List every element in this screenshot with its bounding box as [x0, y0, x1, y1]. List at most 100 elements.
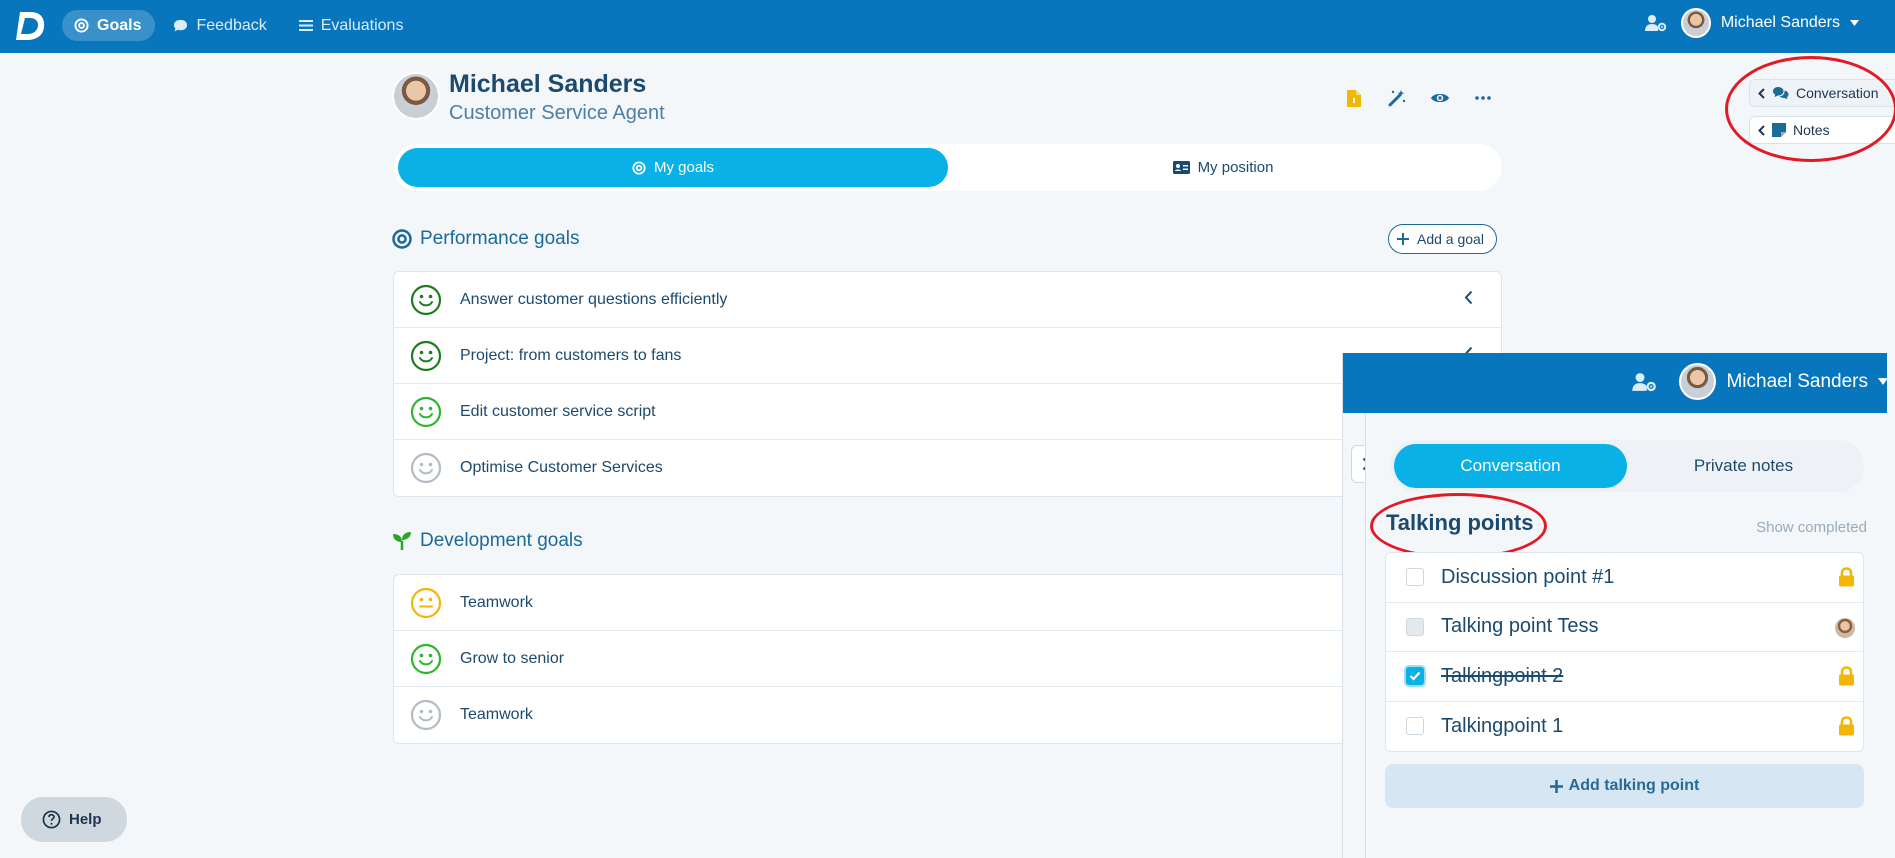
note-icon — [1772, 123, 1786, 137]
target-icon — [392, 229, 412, 249]
smiley-face-icon — [410, 396, 442, 428]
panel-user-name: Michael Sanders — [1726, 370, 1868, 392]
panel-top-bar: Michael Sanders — [1343, 353, 1887, 413]
plus-icon — [1397, 233, 1409, 245]
talking-point-row[interactable]: Talkingpoint 1 — [1386, 702, 1863, 752]
goal-label: Teamwork — [460, 593, 533, 611]
question-circle-icon — [42, 810, 61, 829]
user-menu-button[interactable]: Michael Sanders — [1680, 8, 1859, 38]
goal-label: Teamwork — [460, 706, 533, 723]
help-label: Help — [69, 811, 102, 828]
add-talking-point-label: Add talking point — [1568, 777, 1700, 794]
eye-icon[interactable] — [1428, 86, 1452, 110]
smiley-face-icon — [410, 452, 442, 484]
goal-label: Optimise Customer Services — [460, 459, 663, 476]
chevron-left-icon — [1758, 87, 1765, 99]
target-icon — [632, 160, 646, 175]
smiley-face-icon — [410, 699, 442, 731]
sprout-icon — [392, 531, 412, 551]
talking-point-label: Talkingpoint 1 — [1441, 714, 1564, 737]
add-goal-label: Add a goal — [1417, 231, 1484, 247]
talking-point-label: Discussion point #1 — [1441, 565, 1615, 588]
talking-point-checkbox[interactable] — [1406, 568, 1424, 587]
goal-row[interactable]: Edit customer service script — [394, 384, 1501, 440]
show-completed-link[interactable]: Show completed — [1756, 519, 1867, 536]
performance-goals-title: Performance goals — [420, 228, 580, 249]
lock-icon — [1838, 666, 1855, 686]
profile-avatar — [392, 72, 440, 120]
goal-row[interactable]: Optimise Customer Services — [394, 440, 1501, 496]
tab-my-position-label: My position — [1197, 159, 1274, 176]
goal-row[interactable]: Teamwork — [394, 575, 1501, 631]
conversation-toggle-button[interactable]: Conversation — [1749, 79, 1895, 107]
performance-goal-list: Answer customer questions efficiently Pro… — [393, 271, 1502, 497]
panel-user-menu-button[interactable]: Michael Sanders — [1679, 363, 1887, 400]
conversation-toggle-label: Conversation — [1796, 85, 1879, 101]
highlight-annotation — [1725, 56, 1895, 162]
profile-role: Customer Service Agent — [449, 102, 665, 124]
id-card-icon — [1172, 161, 1190, 174]
goal-label: Answer customer questions efficiently — [460, 290, 728, 308]
goal-tabs: My goals My position — [394, 144, 1502, 191]
conversation-panel: Michael Sanders Conversation Private not… — [1342, 353, 1887, 858]
goal-label: Grow to senior — [460, 649, 565, 667]
goal-row[interactable]: Project: from customers to fans — [394, 328, 1501, 384]
tab-my-goals-label: My goals — [653, 159, 715, 176]
talking-point-row[interactable]: Talkingpoint 2 — [1386, 652, 1863, 702]
talking-point-checkbox[interactable] — [1406, 617, 1424, 636]
development-goals-title: Development goals — [420, 530, 583, 551]
user-settings-icon[interactable] — [1644, 14, 1667, 32]
notes-toggle-label: Notes — [1793, 122, 1830, 138]
goal-row[interactable]: Teamwork — [394, 687, 1501, 743]
notes-toggle-button[interactable]: Notes — [1749, 116, 1895, 144]
goal-row[interactable]: Grow to senior — [394, 631, 1501, 687]
help-button[interactable]: Help — [21, 797, 127, 842]
lock-icon — [1838, 715, 1855, 736]
magic-wand-icon[interactable] — [1385, 86, 1409, 110]
talking-point-row[interactable]: Talking point Tess — [1386, 603, 1863, 652]
avatar — [1680, 8, 1711, 38]
nav-feedback-label: Feedback — [196, 16, 267, 34]
nav-evaluations[interactable]: Evaluations — [287, 10, 418, 41]
talking-points-list: Discussion point #1 Talking point Tess Tal… — [1385, 552, 1864, 752]
talking-point-label: Talking point Tess — [1441, 615, 1599, 638]
topbar-right: Michael Sanders — [1644, 8, 1859, 38]
development-goals-heading: Development goals — [392, 530, 583, 552]
list-icon — [298, 19, 313, 32]
goal-label: Edit customer service script — [460, 402, 656, 420]
profile-name: Michael Sanders — [449, 70, 647, 98]
chat-bubble-icon — [173, 19, 188, 33]
document-icon[interactable] — [1342, 86, 1366, 110]
user-settings-icon[interactable] — [1632, 372, 1657, 392]
chat-bubbles-icon — [1772, 86, 1789, 100]
smiley-face-icon — [410, 643, 442, 675]
user-name: Michael Sanders — [1720, 14, 1840, 31]
plus-icon — [1549, 779, 1563, 793]
target-icon — [74, 18, 89, 33]
smiley-face-icon — [410, 340, 442, 372]
top-navbar: Goals Feedback Evaluations Michael Sande… — [0, 0, 1895, 53]
nav-feedback[interactable]: Feedback — [161, 10, 280, 41]
add-talking-point-button[interactable]: Add talking point — [1385, 764, 1864, 808]
caret-down-icon — [1850, 20, 1859, 26]
tab-my-goals[interactable]: My goals — [398, 148, 948, 187]
talking-point-row[interactable]: Discussion point #1 — [1386, 553, 1863, 603]
goal-label: Project: from customers to fans — [460, 346, 682, 364]
tab-my-position[interactable]: My position — [948, 148, 1498, 187]
goal-row[interactable]: Answer customer questions efficiently — [394, 272, 1501, 328]
app-logo[interactable] — [14, 9, 48, 43]
tab-conversation[interactable]: Conversation — [1394, 444, 1627, 488]
more-icon[interactable] — [1471, 86, 1495, 110]
talking-point-checkbox[interactable] — [1406, 717, 1424, 736]
tab-private-notes[interactable]: Private notes — [1627, 444, 1860, 488]
development-goal-list: Teamwork Grow to senior Teamwork — [393, 574, 1502, 744]
header-toolbar — [1342, 86, 1495, 110]
panel-user-area: Michael Sanders — [1632, 363, 1887, 400]
nav-goals[interactable]: Goals — [62, 10, 156, 41]
chevron-left-icon — [1758, 124, 1765, 136]
add-goal-button[interactable]: Add a goal — [1388, 224, 1497, 254]
talking-point-checkbox[interactable] — [1406, 667, 1424, 686]
nav-evaluations-label: Evaluations — [320, 16, 404, 34]
chevron-left-icon[interactable] — [1464, 290, 1473, 305]
smiley-face-icon — [410, 284, 442, 316]
